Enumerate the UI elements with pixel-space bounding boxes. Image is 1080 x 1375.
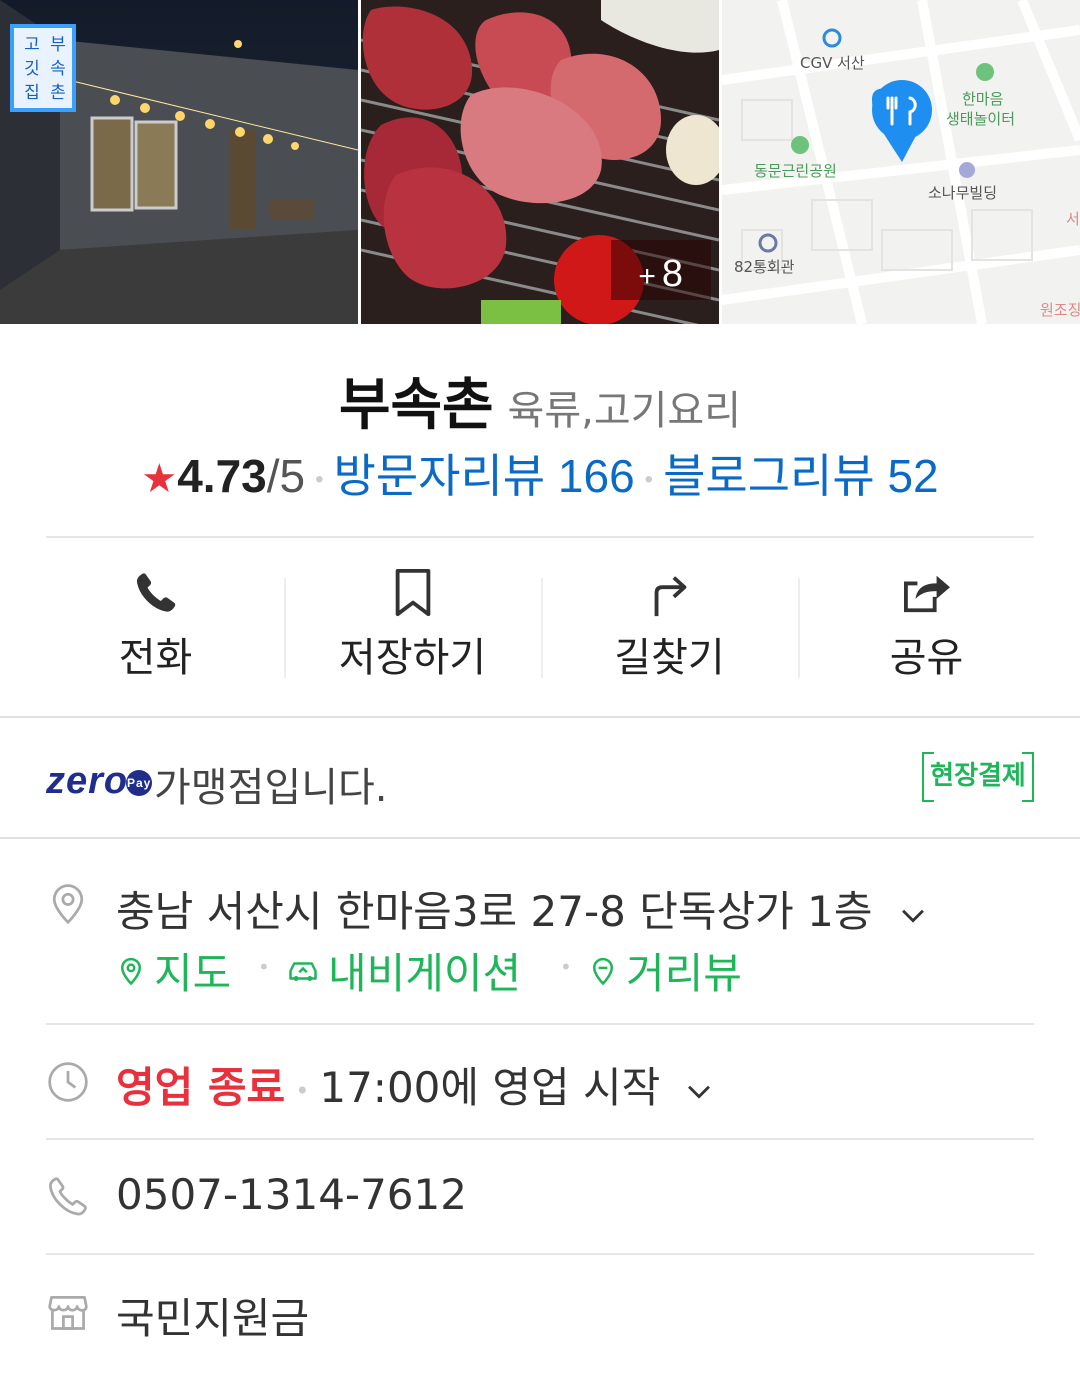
section-divider [0, 716, 1080, 718]
sign-char: 집 [24, 83, 40, 103]
zeropay-logo-text: zero [46, 760, 129, 802]
onsite-payment-badge: 현장결제 [922, 752, 1034, 802]
map-link-label: 지도 [154, 949, 232, 998]
phone-icon [136, 573, 175, 612]
place-title: 부속촌 육류,고기요리 [0, 360, 1080, 441]
share-button[interactable]: 공유 [798, 565, 1055, 683]
exterior-illustration: 고 깃 집 부 속 촌 [0, 0, 358, 324]
separator-dot: • [295, 1076, 310, 1105]
separator-dot: • [644, 465, 654, 493]
chevron-down-icon [687, 1085, 710, 1099]
business-hours[interactable]: 영업 종료 • 17:00에 영업 시작 [116, 1054, 716, 1115]
clock-icon [48, 1062, 88, 1102]
streetview-icon [592, 957, 614, 985]
streetview-link-label: 거리뷰 [626, 949, 742, 998]
blog-reviews-link[interactable]: 블로그리뷰 52 [663, 450, 939, 502]
navigation-link-label: 내비게이션 [328, 949, 522, 998]
map-label: 서 [1066, 210, 1080, 228]
map-label: CGV 서산 [800, 54, 865, 72]
rating-row: ★4.73/5 • 방문자리뷰 166 • 블로그리뷰 52 [0, 440, 1080, 506]
map-label: 생태놀이터 [946, 110, 1015, 128]
business-status: 영업 종료 [116, 1063, 286, 1112]
place-category: 육류,고기요리 [507, 388, 742, 434]
divider [46, 1023, 1034, 1025]
sign-char: 속 [50, 59, 66, 79]
rating-max: /5 [266, 450, 306, 502]
rating-score: 4.73 [177, 450, 267, 502]
more-photos-count[interactable]: +8 [638, 253, 683, 296]
call-label: 전화 [118, 635, 193, 681]
more-photos-number: 8 [661, 253, 683, 295]
map-thumbnail[interactable]: CGV 서산 동문근린공원 한마음 생태놀이터 소나무빌딩 82통회관 원조징 … [722, 0, 1080, 324]
map-pin-icon [120, 957, 142, 985]
zeropay-logo: zeroPay [46, 760, 153, 803]
navigation-link[interactable]: 내비게이션 [286, 940, 521, 1001]
divider [46, 1138, 1034, 1140]
place-name: 부속촌 [338, 373, 494, 438]
phone-number[interactable]: 0507-1314-7612 [116, 1170, 467, 1219]
star-icon: ★ [141, 457, 178, 501]
save-label: 저장하기 [338, 635, 487, 681]
food-photo[interactable]: +8 [361, 0, 719, 324]
sign-char: 깃 [24, 59, 40, 79]
directions-label: 길찾기 [614, 635, 725, 681]
photo-strip: 고 깃 집 부 속 촌 + 8 CGV 서산 동문근린공원 한마음 생태놀이터 … [0, 0, 1080, 324]
visitor-reviews-link[interactable]: 방문자리뷰 166 [334, 450, 635, 502]
map-label: 동문근린공원 [754, 162, 837, 180]
map-label: 82통회관 [734, 258, 795, 276]
zeropay-text: 가맹점입니다. [154, 765, 388, 811]
map-label: 소나무빌딩 [928, 184, 997, 202]
bookmark-icon [395, 568, 430, 617]
store-icon [48, 1295, 88, 1330]
section-divider [0, 837, 1080, 839]
map-label: 한마음 [962, 90, 1003, 108]
car-icon [289, 961, 317, 981]
divider [46, 1253, 1034, 1255]
save-button[interactable]: 저장하기 [284, 565, 541, 683]
location-icon [52, 884, 84, 925]
sign-char: 부 [50, 35, 66, 55]
map-illustration: CGV 서산 동문근린공원 한마음 생태놀이터 소나무빌딩 82통회관 원조징 … [722, 0, 1080, 324]
address-value: 충남 서산시 한마음3로 27-8 단독상가 1층 [116, 887, 873, 936]
sign-char: 촌 [50, 83, 66, 103]
directions-icon [654, 576, 686, 617]
exterior-photo[interactable]: 고 깃 집 부 속 촌 [0, 0, 358, 324]
plus-icon: + [638, 260, 656, 293]
divider [46, 536, 1034, 538]
sign-char: 고 [24, 35, 40, 55]
address-text[interactable]: 충남 서산시 한마음3로 27-8 단독상가 1층 [116, 878, 930, 939]
chevron-down-icon [901, 909, 924, 923]
separator-dot: • [315, 465, 324, 493]
share-label: 공유 [889, 635, 964, 681]
phone-outline-icon [48, 1177, 87, 1216]
map-link[interactable]: 지도 [116, 940, 231, 1001]
separator-dot: • [560, 955, 572, 979]
streetview-link[interactable]: 거리뷰 [588, 940, 742, 1001]
map-label: 원조징 [1040, 301, 1080, 319]
next-open-time: 17:00에 영업 시작 [319, 1063, 661, 1112]
zeropay-pay-mark: Pay [126, 769, 153, 796]
share-icon [903, 575, 950, 613]
separator-dot: • [258, 955, 270, 979]
call-button[interactable]: 전화 [27, 565, 284, 683]
support-fund-text: 국민지원금 [116, 1294, 310, 1343]
directions-button[interactable]: 길찾기 [541, 565, 798, 683]
